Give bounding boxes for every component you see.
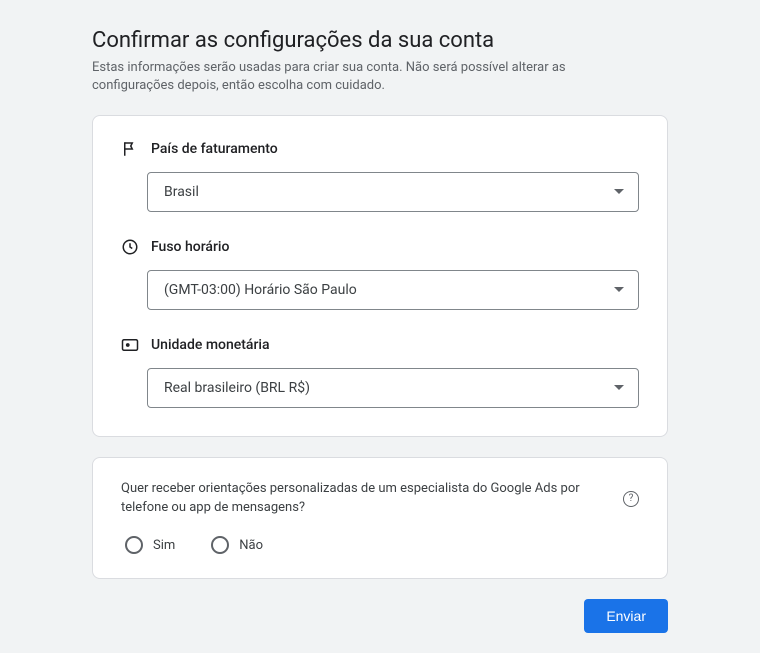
timezone-field: Fuso horário (GMT-03:00) Horário São Pau… [121, 238, 639, 310]
flag-icon [121, 140, 139, 158]
timezone-select[interactable]: (GMT-03:00) Horário São Paulo [147, 270, 639, 310]
optin-radio-no[interactable]: Não [211, 536, 263, 554]
clock-icon [121, 238, 139, 256]
help-icon[interactable]: ? [623, 491, 639, 507]
submit-button[interactable]: Enviar [584, 599, 668, 633]
chevron-down-icon [614, 287, 624, 293]
currency-field: Unidade monetária Real brasileiro (BRL R… [121, 336, 639, 408]
currency-select[interactable]: Real brasileiro (BRL R$) [147, 368, 639, 408]
billing-country-field: País de faturamento Brasil [121, 140, 639, 212]
chevron-down-icon [614, 189, 624, 195]
page-title: Confirmar as configurações da sua conta [92, 28, 668, 53]
optin-question: Quer receber orientações personalizadas … [121, 480, 613, 518]
optin-yes-label: Sim [153, 538, 175, 553]
optin-card: Quer receber orientações personalizadas … [92, 457, 668, 579]
currency-value: Real brasileiro (BRL R$) [164, 380, 310, 396]
timezone-label: Fuso horário [151, 239, 229, 255]
timezone-value: (GMT-03:00) Horário São Paulo [164, 282, 357, 298]
page-subtitle: Estas informações serão usadas para cria… [92, 59, 612, 95]
billing-country-value: Brasil [164, 184, 199, 200]
billing-country-label: País de faturamento [151, 141, 278, 157]
payment-icon [121, 336, 139, 354]
chevron-down-icon [614, 385, 624, 391]
currency-label: Unidade monetária [151, 337, 270, 353]
radio-icon [125, 536, 143, 554]
billing-country-select[interactable]: Brasil [147, 172, 639, 212]
settings-card: País de faturamento Brasil Fuso horário … [92, 115, 668, 437]
optin-no-label: Não [239, 538, 263, 553]
radio-icon [211, 536, 229, 554]
optin-radio-yes[interactable]: Sim [125, 536, 175, 554]
